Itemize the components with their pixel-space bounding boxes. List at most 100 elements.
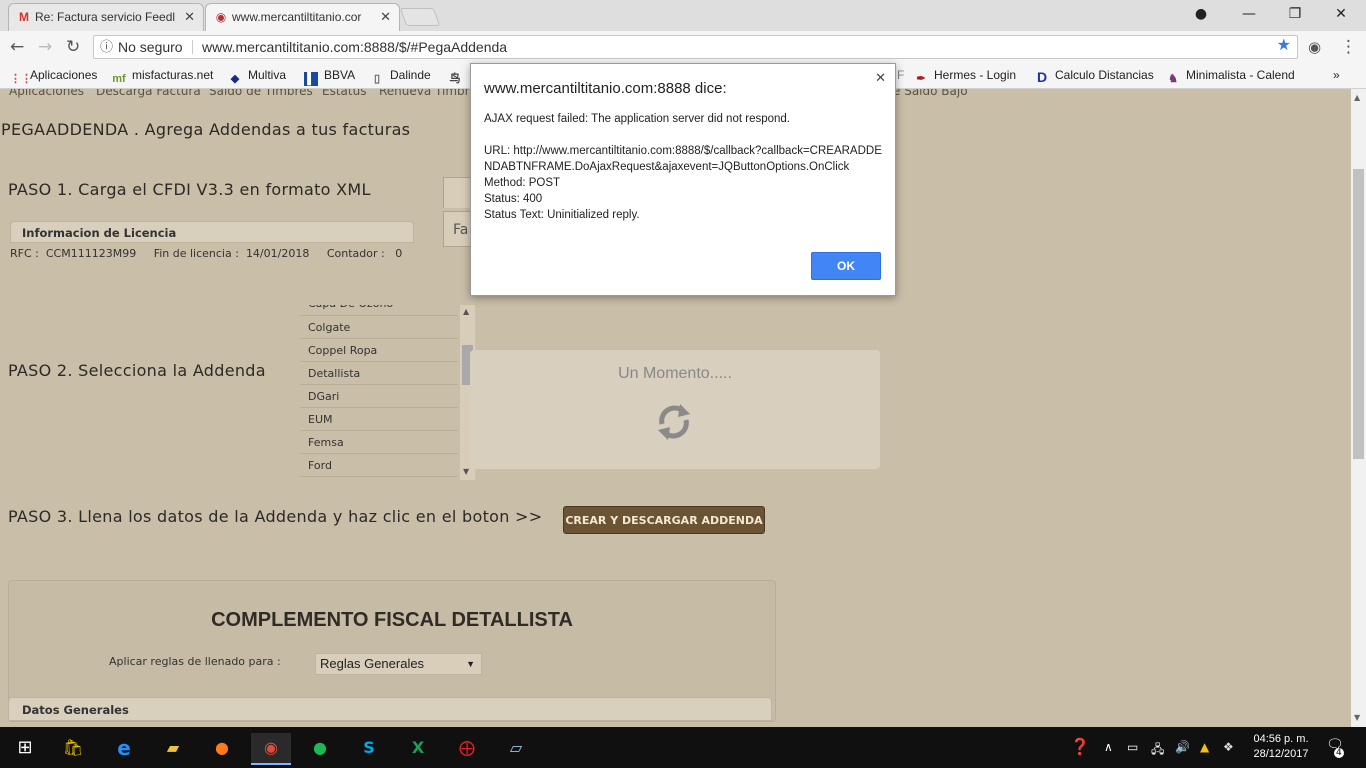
fin-licencia-value: 14/01/2018: [245, 247, 310, 260]
page-icon: ▯: [373, 73, 381, 85]
bookmark-star-icon[interactable]: ★: [1277, 35, 1291, 57]
misfacturas-icon: mf: [112, 73, 126, 85]
divider: [192, 40, 193, 54]
chrome-icon[interactable]: ◉: [251, 733, 291, 765]
tab-gmail[interactable]: M Re: Factura servicio Feedl ✕: [8, 3, 204, 31]
acrobat-icon[interactable]: ⨁: [452, 733, 482, 763]
scroll-down-icon[interactable]: ▼: [463, 467, 469, 476]
bookmark-apps[interactable]: ⋮⋮Aplicaciones: [10, 68, 97, 86]
close-tab-icon[interactable]: ✕: [184, 4, 195, 30]
menu-item[interactable]: Saldo de Timbres: [209, 89, 313, 98]
info-icon[interactable]: ⓘ: [100, 36, 113, 58]
file-button[interactable]: Fa: [443, 211, 473, 247]
show-hidden-icons[interactable]: ∧: [1104, 740, 1113, 754]
scroll-up-icon[interactable]: ▲: [1354, 93, 1360, 102]
new-tab-button[interactable]: [399, 8, 441, 26]
menu-item[interactable]: Aplicaciones: [9, 89, 84, 98]
bookmark-misfacturas[interactable]: mf misfacturas.net: [112, 68, 213, 86]
menu-item[interactable]: Estatus: [322, 89, 366, 98]
bookmark-dalinde[interactable]: ▯ Dalinde: [370, 68, 431, 86]
page-scrollbar[interactable]: ▲ ▼: [1351, 89, 1366, 727]
addenda-listbox[interactable]: Capa De Ozono Colgate Coppel Ropa Detall…: [300, 305, 475, 480]
dialog-title: www.mercantiltitanio.com:8888 dice:: [484, 80, 727, 97]
list-item[interactable]: Ford: [300, 455, 458, 477]
reglas-label: Aplicar reglas de llenado para :: [109, 655, 281, 668]
rfc-value: CCM111123M99: [45, 247, 137, 260]
calculo-icon: D: [1036, 69, 1048, 85]
close-window-button[interactable]: ✕: [1318, 0, 1364, 28]
close-icon[interactable]: ✕: [875, 70, 886, 86]
forward-icon[interactable]: →: [38, 37, 52, 57]
hermes-icon: ✒: [916, 73, 926, 85]
list-item[interactable]: DGari: [300, 386, 458, 408]
list-item[interactable]: EUM: [300, 409, 458, 431]
dropbox-icon[interactable]: ❖: [1223, 740, 1234, 754]
address-bar[interactable]: ⓘ No seguro www.mercantiltitanio.com:888…: [93, 35, 1298, 59]
list-item[interactable]: Detallista: [300, 363, 458, 385]
site-icon: ◉: [215, 10, 227, 24]
firefox-icon[interactable]: ●: [207, 733, 237, 763]
more-bookmarks-icon[interactable]: »: [1333, 68, 1340, 82]
bookmark-minimalista[interactable]: ♞ Minimalista - Calend: [1166, 68, 1295, 86]
menu-item[interactable]: e Saldo Bajo: [893, 89, 968, 98]
google-drive-icon[interactable]: ▲: [1200, 740, 1209, 754]
scroll-thumb[interactable]: [1353, 169, 1364, 459]
reglas-select[interactable]: Reglas Generales ▼: [315, 653, 482, 675]
loading-spinner-icon: [658, 404, 690, 440]
list-item[interactable]: Colgate: [300, 317, 458, 339]
restore-button[interactable]: ❐: [1272, 0, 1318, 28]
loading-overlay: Un Momento.....: [470, 350, 880, 469]
scroll-down-icon[interactable]: ▼: [1354, 713, 1360, 722]
file-explorer-icon[interactable]: ▰: [158, 733, 188, 763]
alert-dialog: www.mercantiltitanio.com:8888 dice: ✕ AJ…: [470, 63, 896, 296]
tab-mercantil[interactable]: ◉ www.mercantiltitanio.cor ✕: [205, 3, 400, 31]
taskbar: ⊞ 🛍 e ▰ ● ◉ ● S X ⨁ ▱ ❓ ∧ ▭ 🖧 🔊 ▲ ❖ 04:5…: [0, 727, 1366, 768]
datos-generales-header[interactable]: Datos Generales: [8, 697, 772, 721]
crear-addenda-button[interactable]: CREAR Y DESCARGAR ADDENDA: [563, 506, 765, 534]
url-text[interactable]: www.mercantiltitanio.com:8888/$/#PegaAdd…: [202, 36, 507, 58]
network-icon[interactable]: 🖧: [1151, 740, 1164, 761]
extension-icon[interactable]: ◉: [1308, 37, 1321, 57]
skype-icon[interactable]: S: [354, 733, 384, 763]
bookmark-multiva[interactable]: ◆ Multiva: [228, 68, 286, 86]
reload-icon[interactable]: ↻: [66, 37, 80, 57]
multiva-icon: ◆: [230, 73, 240, 85]
ok-button[interactable]: OK: [811, 252, 881, 280]
back-icon[interactable]: ←: [10, 37, 24, 57]
menu-icon[interactable]: ⋮: [1340, 37, 1357, 57]
store-icon[interactable]: 🛍: [58, 733, 88, 763]
paso1-heading: PASO 1. Carga el CFDI V3.3 en formato XM…: [8, 180, 371, 199]
bookmark-f[interactable]: F: [897, 68, 904, 82]
system-clock[interactable]: 04:56 p. m. 28/12/2017: [1240, 732, 1322, 762]
profile-icon[interactable]: ●: [1178, 0, 1224, 28]
volume-icon[interactable]: 🔊: [1175, 740, 1190, 754]
bookmark-bbva[interactable]: ▌ BBVA: [304, 68, 355, 86]
page-title: PEGAADDENDA . Agrega Addendas a tus fact…: [1, 120, 411, 139]
battery-icon[interactable]: ▭: [1127, 740, 1138, 754]
list-item[interactable]: Capa De Ozono: [300, 305, 458, 316]
list-item[interactable]: Coppel Ropa: [300, 340, 458, 362]
scroll-up-icon[interactable]: ▲: [463, 307, 469, 316]
menu-item[interactable]: Renueva Timbre: [379, 89, 477, 98]
spotify-icon[interactable]: ●: [305, 733, 335, 763]
excel-icon[interactable]: X: [403, 733, 433, 763]
clock-time: 04:56 p. m.: [1253, 733, 1309, 745]
close-tab-icon[interactable]: ✕: [380, 4, 391, 30]
chevron-down-icon: ▼: [466, 659, 475, 669]
list-item[interactable]: Femsa: [300, 432, 458, 454]
help-icon[interactable]: ❓: [1070, 737, 1090, 756]
reglas-value: Reglas Generales: [320, 656, 425, 671]
windows-start-icon[interactable]: ⊞: [10, 733, 40, 763]
bookmark-hermes[interactable]: ✒ Hermes - Login: [914, 68, 1016, 86]
license-box: Informacion de Licencia RFC : CCM111123M…: [10, 221, 416, 269]
bookmark-other[interactable]: 鸟: [448, 68, 468, 86]
security-label: No seguro: [118, 39, 183, 55]
minimize-button[interactable]: —: [1226, 0, 1272, 28]
contador-value: 0: [395, 247, 403, 260]
loading-text: Un Momento.....: [618, 365, 732, 382]
bookmark-calculo[interactable]: D Calculo Distancias: [1035, 68, 1154, 84]
edge-icon[interactable]: e: [109, 733, 139, 763]
menu-item[interactable]: Descarga Factura: [96, 89, 201, 98]
license-row: RFC : CCM111123M99 Fin de licencia : 14/…: [10, 247, 403, 260]
notepad-icon[interactable]: ▱: [501, 733, 531, 763]
